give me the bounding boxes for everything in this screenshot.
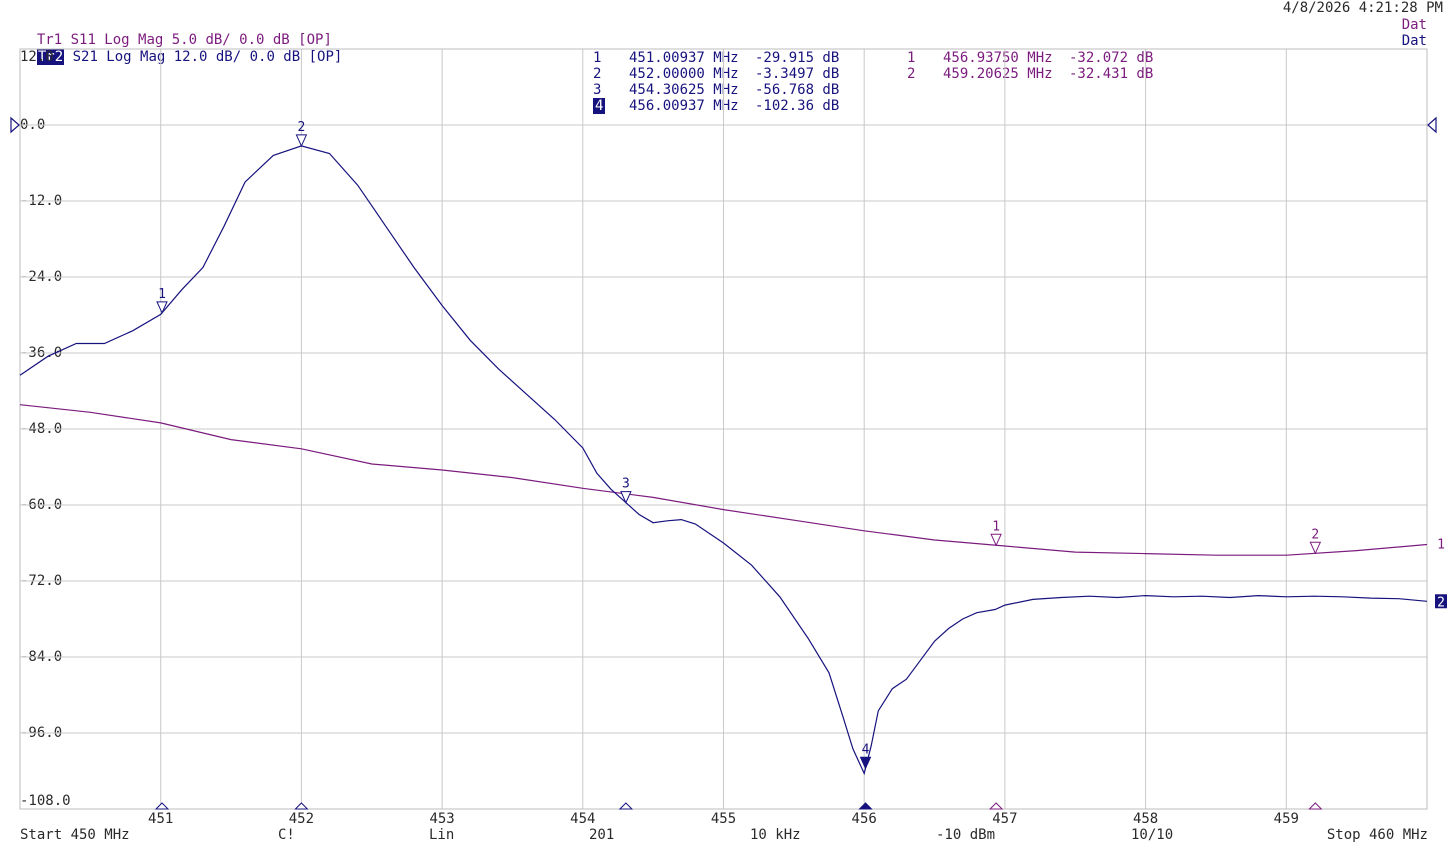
marker-s21-3-icon xyxy=(620,491,632,504)
footer-ifbw[interactable]: 10 kHz xyxy=(750,827,801,843)
footer-c: C! xyxy=(278,827,295,843)
marker-s21-3-bottom-icon xyxy=(618,802,634,810)
marker-s21-3-label: 3 xyxy=(622,477,630,492)
marker-s21-2-label: 2 xyxy=(297,120,305,135)
marker-s11-1-icon xyxy=(990,533,1002,547)
marker-s21-1-label: 1 xyxy=(158,287,166,302)
footer-start[interactable]: Start 450 MHz xyxy=(20,827,130,843)
marker-s21-4-icon xyxy=(859,756,872,770)
marker-s11-2-bottom-icon xyxy=(1308,802,1323,810)
trace1-end-label: 1 xyxy=(1437,538,1445,553)
footer-points[interactable]: 201 xyxy=(589,827,614,843)
marker-s21-4-label: 4 xyxy=(862,742,870,757)
footer-avg[interactable]: 10/10 xyxy=(1131,827,1173,843)
marker-s11-1-bottom-icon xyxy=(988,802,1004,810)
marker-s11-2-icon xyxy=(1309,541,1322,555)
chart-plot[interactable]: 1 2 1 2 3 4 2 1 xyxy=(0,0,1447,844)
footer-stop[interactable]: Stop 460 MHz xyxy=(1327,827,1428,843)
footer-power[interactable]: -10 dBm xyxy=(936,827,995,843)
footer-lin[interactable]: Lin xyxy=(429,827,454,843)
ref-level-left-icon xyxy=(10,116,20,134)
marker-s11-2-label: 2 xyxy=(1311,527,1319,542)
marker-s21-1-bottom-icon xyxy=(154,802,170,810)
marker-s21-2-icon xyxy=(295,134,308,148)
marker-s21-2-bottom-icon xyxy=(294,802,309,810)
marker-s21-1-icon xyxy=(156,301,168,315)
ref-level-right-icon xyxy=(1427,116,1437,134)
marker-s11-1-label: 1 xyxy=(992,519,1000,534)
marker-s21-4-bottom-icon xyxy=(858,802,873,810)
trace2-end-label: 2 xyxy=(1437,595,1445,610)
